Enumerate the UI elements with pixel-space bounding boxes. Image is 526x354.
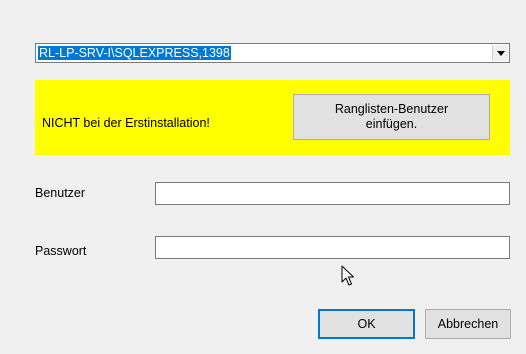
server-select[interactable]: RL-LP-SRV-I\SQLEXPRESS,1398: [35, 43, 510, 63]
password-field[interactable]: [155, 236, 510, 259]
ok-button[interactable]: OK: [318, 309, 415, 339]
insert-ranking-user-label-line2: einfügen.: [365, 117, 418, 131]
user-field[interactable]: [155, 182, 510, 205]
insert-ranking-user-label-line1: Ranglisten-Benutzer: [334, 102, 449, 116]
login-dialog: RL-LP-SRV-I\SQLEXPRESS,1398 NICHT bei de…: [0, 0, 526, 354]
mouse-pointer-icon: [341, 265, 354, 286]
server-dropdown-button[interactable]: [492, 45, 508, 61]
notice-text: NICHT bei der Erstinstallation!: [42, 116, 210, 130]
cancel-button[interactable]: Abbrechen: [425, 309, 511, 339]
user-label: Benutzer: [35, 186, 86, 200]
notice-panel: NICHT bei der Erstinstallation! Ranglist…: [35, 80, 510, 155]
chevron-down-icon: [496, 50, 505, 56]
password-label: Passwort: [35, 244, 87, 258]
insert-ranking-user-button[interactable]: Ranglisten-Benutzer einfügen.: [293, 94, 490, 140]
server-select-value: RL-LP-SRV-I\SQLEXPRESS,1398: [37, 45, 232, 61]
